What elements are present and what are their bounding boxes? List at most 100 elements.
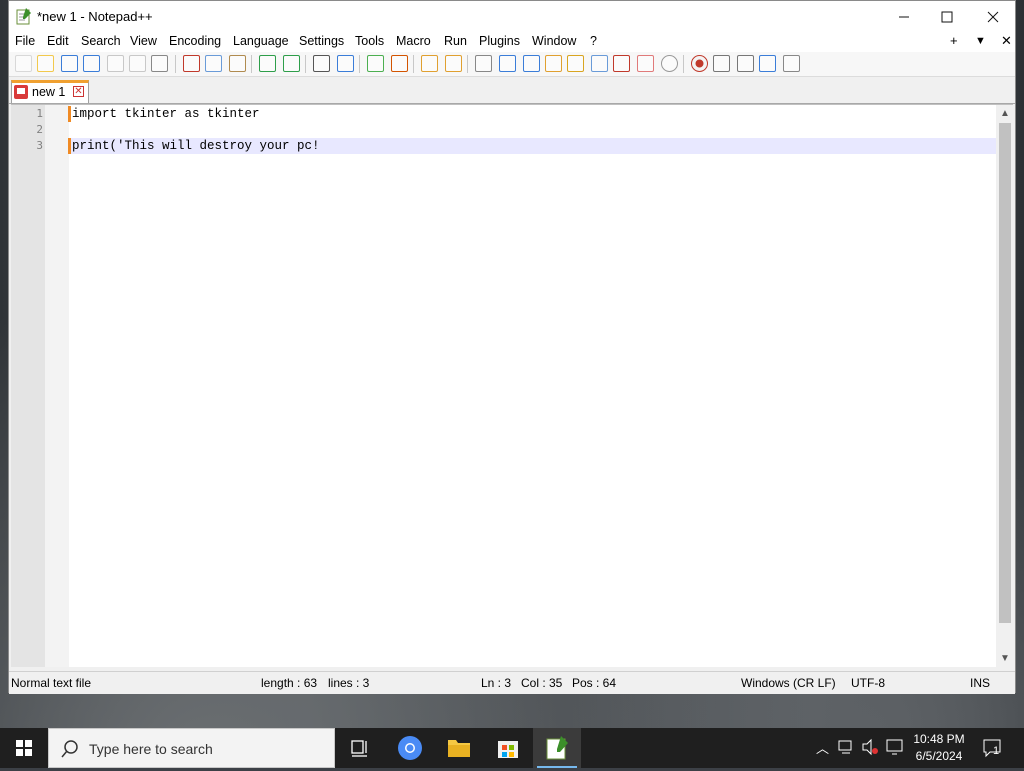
new-file-icon[interactable] xyxy=(15,55,32,72)
toolbar-separator xyxy=(413,55,414,73)
file-explorer-taskbar-button[interactable] xyxy=(435,728,483,768)
taskbar: Type here to search ︿ 10:48 PM 6/5/2024 … xyxy=(0,728,1024,768)
vertical-scrollbar[interactable]: ▲ ▼ xyxy=(996,105,1013,667)
chrome-icon xyxy=(398,736,422,760)
notepadpp-window: *new 1 - Notepad++ File Edit Search View… xyxy=(8,0,1016,694)
menu-encoding[interactable]: Encoding xyxy=(169,34,221,48)
undo-icon[interactable] xyxy=(259,55,276,72)
menu-help[interactable]: ? xyxy=(590,34,597,48)
print-icon[interactable] xyxy=(151,55,168,72)
save-macro-icon[interactable] xyxy=(783,55,800,72)
cut-icon[interactable] xyxy=(183,55,200,72)
tab-new-1[interactable]: new 1 ✕ xyxy=(11,80,89,103)
task-view-icon xyxy=(351,740,367,757)
show-hidden-icons-icon[interactable]: ︿ xyxy=(816,738,829,757)
code-line[interactable] xyxy=(71,122,998,138)
title-bar[interactable]: *new 1 - Notepad++ xyxy=(9,1,1015,32)
zoom-out-icon[interactable] xyxy=(391,55,408,72)
menu-file[interactable]: File xyxy=(15,34,35,48)
menu-edit[interactable]: Edit xyxy=(47,34,69,48)
open-file-icon[interactable] xyxy=(37,55,54,72)
volume-muted-icon[interactable] xyxy=(861,738,879,756)
sync-horizontal-icon[interactable] xyxy=(445,55,462,72)
menu-language[interactable]: Language xyxy=(233,34,289,48)
record-macro-icon[interactable] xyxy=(691,55,708,72)
menu-search[interactable]: Search xyxy=(81,34,121,48)
monitor-icon[interactable] xyxy=(661,55,678,72)
store-taskbar-button[interactable] xyxy=(484,728,532,768)
function-list-icon[interactable] xyxy=(613,55,630,72)
play-macro-icon[interactable] xyxy=(737,55,754,72)
menu-tools[interactable]: Tools xyxy=(355,34,384,48)
close-icon[interactable] xyxy=(107,55,124,72)
fold-margin[interactable] xyxy=(45,105,69,667)
menu-window[interactable]: Window xyxy=(532,34,576,48)
toolbar-separator xyxy=(175,55,176,73)
doc-map-icon[interactable] xyxy=(567,55,584,72)
word-wrap-icon[interactable] xyxy=(475,55,492,72)
menu-run[interactable]: Run xyxy=(444,34,467,48)
run-macro-multiple-icon[interactable] xyxy=(759,55,776,72)
toolbar-separator xyxy=(305,55,306,73)
minimize-button[interactable] xyxy=(881,1,927,32)
clock-time: 10:48 PM xyxy=(913,732,965,746)
notification-count: 1 xyxy=(993,745,1000,757)
maximize-button[interactable] xyxy=(924,1,970,32)
replace-icon[interactable] xyxy=(337,55,354,72)
close-window-button[interactable] xyxy=(970,1,1016,32)
save-icon[interactable] xyxy=(61,55,78,72)
notepadpp-app-icon xyxy=(16,8,31,25)
stop-record-icon[interactable] xyxy=(713,55,730,72)
doc-list-icon[interactable] xyxy=(591,55,608,72)
new-tab-plus-icon[interactable]: + xyxy=(950,33,958,48)
status-pos: Pos : 64 xyxy=(572,676,617,690)
code-line-current[interactable]: print('This will destroy your pc! xyxy=(71,138,998,154)
windows-logo-icon xyxy=(16,740,32,756)
text-editor[interactable]: 1 2 3 import tkinter as tkinter print('T… xyxy=(11,104,1013,667)
sync-vertical-icon[interactable] xyxy=(421,55,438,72)
save-all-icon[interactable] xyxy=(83,55,100,72)
menu-view[interactable]: View xyxy=(130,34,157,48)
maximize-icon xyxy=(941,11,953,22)
folder-icon xyxy=(448,740,470,757)
status-ins-mode: INS xyxy=(970,676,991,690)
tab-list-dropdown-icon[interactable]: ▼ xyxy=(975,35,986,47)
menu-macro[interactable]: Macro xyxy=(396,34,431,48)
toolbar-separator xyxy=(683,55,684,73)
redo-icon[interactable] xyxy=(283,55,300,72)
zoom-in-icon[interactable] xyxy=(367,55,384,72)
line-number: 2 xyxy=(36,123,43,136)
toolbar-separator xyxy=(251,55,252,73)
close-document-icon[interactable]: ✕ xyxy=(1001,33,1012,49)
search-placeholder: Type here to search xyxy=(89,741,213,757)
close-all-icon[interactable] xyxy=(129,55,146,72)
user-defined-lang-icon[interactable] xyxy=(545,55,562,72)
scrollbar-thumb[interactable] xyxy=(999,123,1011,623)
show-all-chars-icon[interactable] xyxy=(499,55,516,72)
microsoft-store-icon xyxy=(498,741,518,758)
scroll-up-icon[interactable]: ▲ xyxy=(1000,108,1010,119)
status-lines: lines : 3 xyxy=(328,676,370,690)
task-view-button[interactable] xyxy=(336,728,384,768)
indent-guide-icon[interactable] xyxy=(523,55,540,72)
paste-icon[interactable] xyxy=(229,55,246,72)
tab-close-icon[interactable]: ✕ xyxy=(73,86,84,97)
line-number: 3 xyxy=(36,139,43,152)
action-center-display-icon[interactable] xyxy=(886,738,904,756)
menu-plugins[interactable]: Plugins xyxy=(479,34,520,48)
find-icon[interactable] xyxy=(313,55,330,72)
chrome-taskbar-button[interactable] xyxy=(386,728,434,768)
copy-icon[interactable] xyxy=(205,55,222,72)
scroll-down-icon[interactable]: ▼ xyxy=(1000,653,1010,664)
menu-settings[interactable]: Settings xyxy=(299,34,344,48)
taskbar-search-box[interactable]: Type here to search xyxy=(48,728,335,768)
notepadpp-taskbar-button[interactable] xyxy=(533,728,581,768)
start-button[interactable] xyxy=(0,728,48,768)
code-area[interactable]: import tkinter as tkinter print('This wi… xyxy=(71,105,998,667)
notifications-button[interactable]: 1 xyxy=(982,737,1004,759)
code-line[interactable]: import tkinter as tkinter xyxy=(71,106,998,122)
system-clock[interactable]: 10:48 PM 6/5/2024 xyxy=(905,731,973,765)
folder-workspace-icon[interactable] xyxy=(637,55,654,72)
search-icon xyxy=(61,740,78,758)
network-icon[interactable] xyxy=(838,738,856,756)
